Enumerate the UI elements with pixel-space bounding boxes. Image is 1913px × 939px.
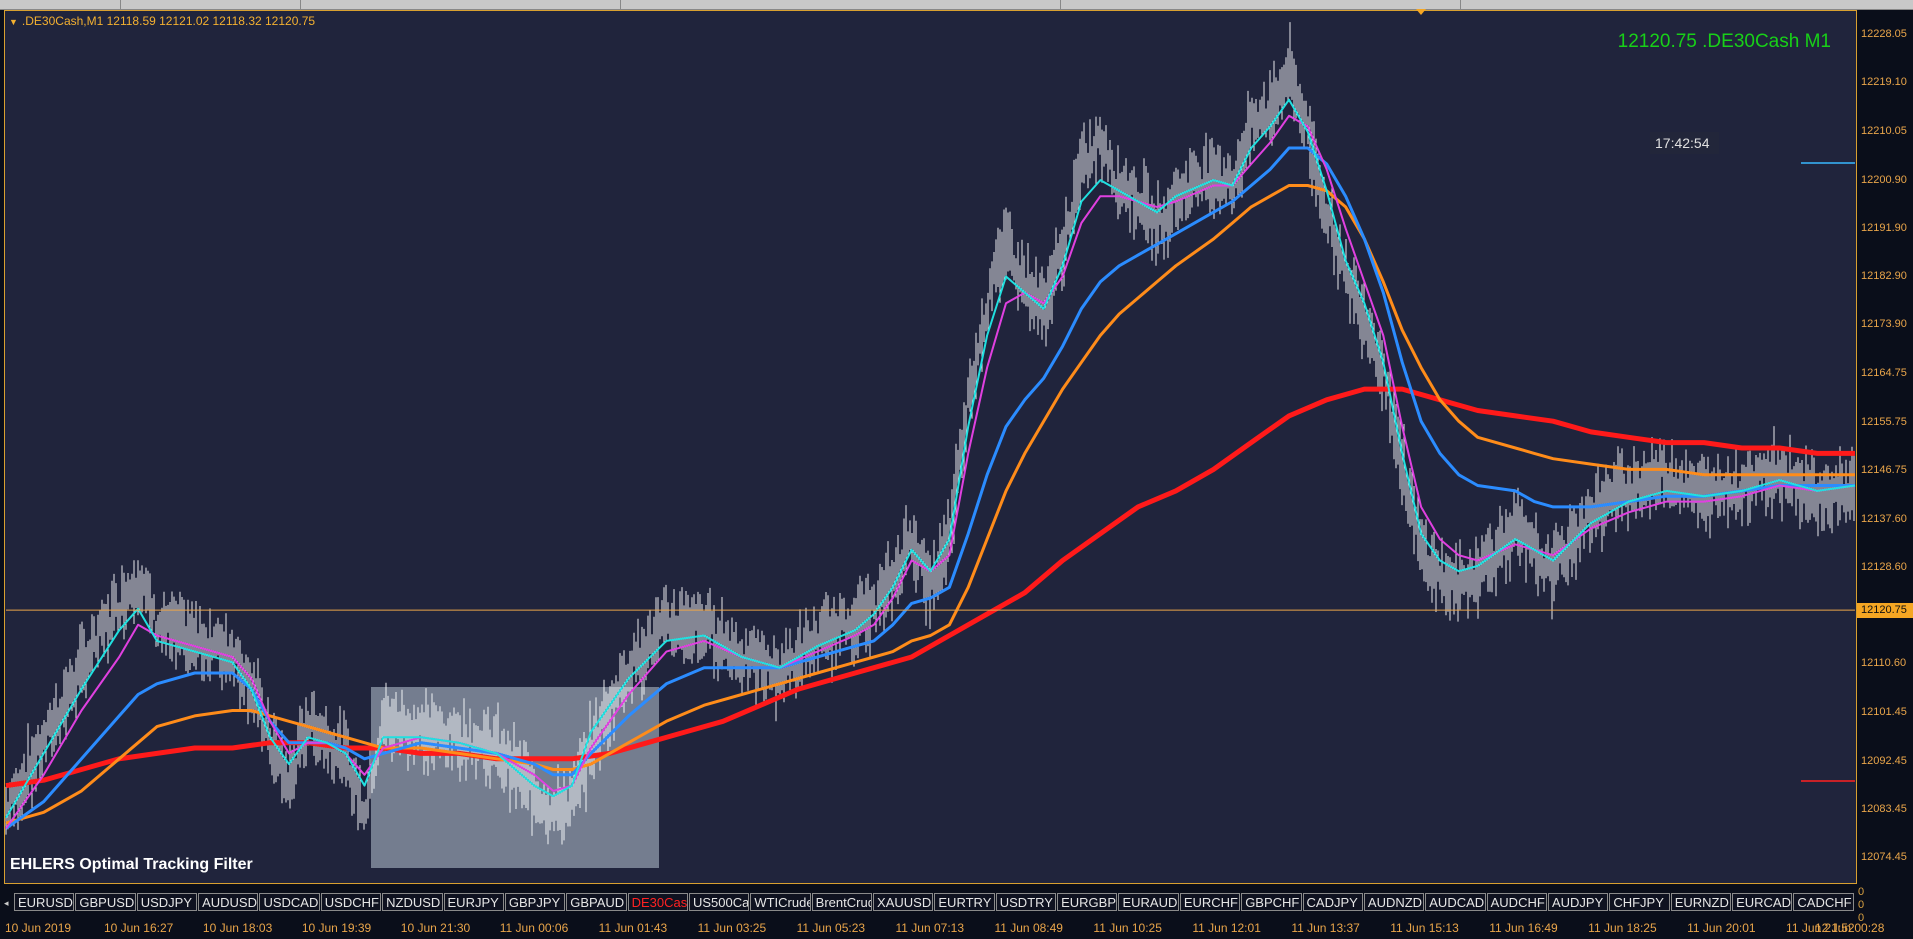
time-label: 10 Jun 18:03 (202, 921, 273, 935)
symbol-tab-gbpjpy[interactable]: GBPJPY (504, 893, 566, 911)
time-label: 11 Jun 10:25 (1093, 921, 1162, 935)
tab-counter: 0 (1858, 886, 1865, 898)
shift-marker-icon (1416, 9, 1426, 15)
time-label: 10 Jun 2019 (5, 921, 72, 935)
bar-timer: 17:42:54 (1650, 132, 1719, 154)
tab-counter: 0 (1858, 899, 1865, 911)
symbol-tab-chfjpy[interactable]: CHFJPY (1609, 893, 1670, 911)
tab-scroll-left-icon[interactable]: ◂ (4, 893, 14, 913)
symbol-tab-audnzd[interactable]: AUDNZD (1363, 893, 1425, 911)
price-chart[interactable] (0, 0, 1913, 939)
time-label: 12 Jun 00:28 (1815, 921, 1885, 935)
time-label: 11 Jun 20:01 (1687, 921, 1756, 935)
orange-line (5, 184, 1855, 825)
collapse-triangle-icon[interactable]: ▼ (9, 17, 18, 27)
symbol-tab-cadjpy[interactable]: CADJPY (1302, 893, 1363, 911)
symbol-tab-cadchf[interactable]: CADCHF (1793, 893, 1854, 911)
time-label: 11 Jun 18:25 (1588, 921, 1657, 935)
indicator-name: EHLERS Optimal Tracking Filter (10, 856, 253, 873)
symbol-tabs: ◂ EURUSD GBPUSD USDJPY AUDUSD USDCAD USDCHF NZD… (4, 893, 1857, 913)
symbol-tab-audcad[interactable]: AUDCAD (1425, 893, 1486, 911)
symbol-tab-wticrude[interactable]: WTICrude (750, 893, 811, 911)
time-label: 11 Jun 13:37 (1291, 921, 1360, 935)
price-axis[interactable] (1857, 10, 1913, 884)
price-label: 12182.90 (1861, 270, 1907, 283)
time-label: 10 Jun 19:39 (301, 921, 372, 935)
price-label: 12173.90 (1861, 318, 1907, 331)
price-label: 12191.90 (1861, 221, 1907, 234)
symbol-tab-eurtry[interactable]: EURTRY (934, 893, 995, 911)
time-label: 10 Jun 16:27 (103, 921, 174, 935)
symbol-tab-usdchf[interactable]: USDCHF (320, 893, 382, 911)
blue-line (5, 146, 1855, 830)
magenta-line (5, 114, 1856, 829)
symbol-tab-eurchf[interactable]: EURCHF (1179, 893, 1241, 911)
symbol-tab-xauusd[interactable]: XAUUSD (873, 893, 934, 911)
time-label: 11 Jun 03:25 (697, 921, 767, 935)
time-label: 11 Jun 15:13 (1390, 921, 1459, 935)
symbol-tab-eurnzd[interactable]: EURNZD (1670, 893, 1732, 911)
price-label: 12110.60 (1861, 657, 1907, 670)
current-price-marker: 12120.75 (1857, 603, 1913, 619)
symbol-tab-brentcrude[interactable]: BrentCrude (811, 893, 873, 911)
time-label: 11 Jun 01:43 (598, 921, 668, 935)
price-label: 12219.10 (1861, 76, 1907, 89)
symbol-tab-nzdusd[interactable]: NZDUSD (382, 893, 443, 911)
symbol-tab-eurgbp[interactable]: EURGBP (1057, 893, 1118, 911)
symbol-tab-eurusd[interactable]: EURUSD (14, 893, 75, 911)
time-label: 11 Jun 16:49 (1489, 921, 1558, 935)
time-axis[interactable]: 10 Jun 2019 10 Jun 16:27 10 Jun 18:03 10 Ju… (0, 918, 1913, 939)
price-label: 12092.45 (1861, 754, 1907, 767)
time-label: 11 Jun 08:49 (994, 921, 1063, 935)
symbol-tab-audjpy[interactable]: AUDJPY (1547, 893, 1609, 911)
time-label: 11 Jun 00:06 (499, 921, 569, 935)
symbol-info: ▼ .DE30Cash,M1 12118.59 12121.02 12118.32… (9, 14, 315, 28)
price-label: 12200.90 (1861, 173, 1907, 186)
symbol-tab-usdtry[interactable]: USDTRY (995, 893, 1057, 911)
price-label: 12228.05 (1861, 28, 1907, 41)
price-label: 12137.60 (1861, 512, 1907, 525)
symbol-tab-de30cash[interactable]: DE30Cash (627, 893, 688, 911)
time-label: 11 Jun 07:13 (895, 921, 965, 935)
price-label: 12155.75 (1861, 415, 1907, 428)
symbol-tab-eurjpy[interactable]: EURJPY (443, 893, 504, 911)
symbol-tab-gbpaud[interactable]: GBPAUD (566, 893, 627, 911)
price-label: 12146.75 (1861, 463, 1907, 476)
cyan-line (5, 98, 1856, 819)
symbol-tab-audchf[interactable]: AUDCHF (1486, 893, 1547, 911)
symbol-tab-us500cash[interactable]: US500Cash (688, 893, 750, 911)
price-label: 12210.05 (1861, 124, 1907, 137)
price-label: 12101.45 (1861, 706, 1907, 719)
symbol-tab-eurcad[interactable]: EURCAD (1732, 893, 1793, 911)
price-symbol-label: 12120.75 .DE30Cash M1 (1617, 31, 1831, 52)
price-label: 12083.45 (1861, 802, 1907, 815)
time-label: 11 Jun 12:01 (1192, 921, 1261, 935)
time-label: 11 Jun 05:23 (796, 921, 866, 935)
symbol-tab-audusd[interactable]: AUDUSD (198, 893, 259, 911)
price-label: 12164.75 (1861, 367, 1907, 380)
symbol-tab-usdcad[interactable]: USDCAD (259, 893, 320, 911)
symbol-tab-usdjpy[interactable]: USDJPY (136, 893, 198, 911)
symbol-tab-gbpchf[interactable]: GBPCHF (1241, 893, 1302, 911)
symbol-tab-euraud[interactable]: EURAUD (1118, 893, 1179, 911)
symbol-info-text: .DE30Cash,M1 12118.59 12121.02 12118.32 … (21, 14, 316, 28)
price-label: 12074.45 (1861, 851, 1907, 864)
time-label: 10 Jun 21:30 (400, 921, 471, 935)
price-label: 12128.60 (1861, 561, 1907, 574)
symbol-tab-gbpusd[interactable]: GBPUSD (75, 893, 136, 911)
